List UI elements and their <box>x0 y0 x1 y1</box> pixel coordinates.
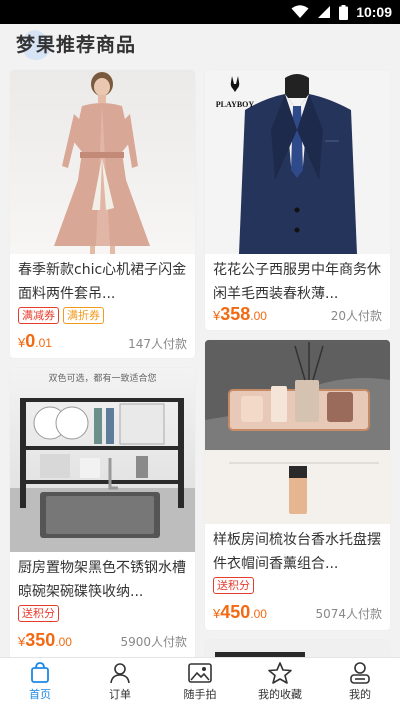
sales-count: 5900人付款 <box>120 635 187 649</box>
tab-label: 随手拍 <box>183 688 217 701</box>
wifi-icon <box>291 5 309 18</box>
product-image: 双色可选，都有一致适合您 <box>10 368 195 552</box>
tab-orders[interactable]: 订单 <box>80 658 160 710</box>
product-name: 花花公子西服男中年商务休闲羊毛西装春秋薄... <box>213 262 381 302</box>
brand-logo: PLAYBOY <box>211 76 259 111</box>
signal-icon <box>318 6 331 18</box>
price-integer: 450 <box>220 602 251 622</box>
product-price: ¥0.01 <box>18 331 52 352</box>
price-integer: 0 <box>25 331 36 351</box>
tab-label: 订单 <box>109 688 131 701</box>
price-decimal: .00 <box>250 607 267 621</box>
product-name: 样板房间梳妆台香水托盘摆件衣帽间香薰组合... <box>213 532 381 572</box>
star-icon <box>268 662 292 684</box>
coupon-tag: 满减券 <box>18 307 59 324</box>
tab-label: 我的收藏 <box>258 688 302 701</box>
sales-count: 20人付款 <box>330 309 382 323</box>
bottom-tab-bar: 首页 订单 随手拍 我的收藏 我的 <box>0 657 400 710</box>
page-title: 梦果推荐商品 <box>16 34 137 56</box>
discount-tag: 满折券 <box>63 307 104 324</box>
price-decimal: .00 <box>250 309 267 323</box>
user-icon <box>350 662 370 684</box>
tab-snapshot[interactable]: 随手拍 <box>160 658 240 710</box>
product-card[interactable]: 春季新款chic心机裙子闪金面料两件套吊... 满减券 满折券 ¥0.01 14… <box>10 70 195 358</box>
product-card[interactable]: 样板房间梳妆台香水托盘摆件衣帽间香薰组合... 送积分 ¥450.00 5074… <box>205 340 390 630</box>
product-image <box>10 70 195 254</box>
product-image: PLAYBOY <box>205 70 390 254</box>
battery-icon <box>339 4 349 20</box>
person-icon <box>110 663 130 684</box>
price-decimal: .00 <box>55 635 72 649</box>
sales-count: 147人付款 <box>128 337 187 351</box>
bunny-logo-icon <box>230 76 240 92</box>
product-image <box>205 340 390 524</box>
status-bar: 10:09 <box>0 0 400 24</box>
price-integer: 350 <box>25 630 56 650</box>
points-tag: 送积分 <box>18 605 59 622</box>
points-tag: 送积分 <box>213 577 254 594</box>
tab-profile[interactable]: 我的 <box>320 658 400 710</box>
price-integer: 358 <box>220 304 251 324</box>
product-card[interactable]: 双色可选，都有一致适合您 厨房置物架黑色不锈钢水槽晾碗架碗碟筷收纳... 送积分… <box>10 368 195 660</box>
photo-icon <box>188 663 212 683</box>
tab-label: 首页 <box>29 688 51 701</box>
image-caption: 双色可选，都有一致适合您 <box>48 374 157 384</box>
product-price: ¥450.00 <box>213 602 267 623</box>
price-decimal: .01 <box>35 336 52 350</box>
brand-logo-text: PLAYBOY <box>215 100 255 109</box>
sales-count: 5074人付款 <box>315 607 382 621</box>
tab-label: 我的 <box>349 688 371 701</box>
page-header: 梦果推荐商品 <box>0 24 400 64</box>
product-card[interactable]: PLAYBOY 花花公子西服男中年商务休闲羊毛西装春秋薄... ¥358.00 … <box>205 70 390 330</box>
product-price: ¥358.00 <box>213 304 267 325</box>
product-price: ¥350.00 <box>18 630 72 651</box>
tab-favorites[interactable]: 我的收藏 <box>240 658 320 710</box>
tab-home[interactable]: 首页 <box>0 658 80 710</box>
product-name: 厨房置物架黑色不锈钢水槽晾碗架碗碟筷收纳... <box>18 560 186 600</box>
home-bag-icon <box>31 662 49 683</box>
status-time: 10:09 <box>356 4 392 20</box>
product-name: 春季新款chic心机裙子闪金面料两件套吊... <box>18 262 187 302</box>
